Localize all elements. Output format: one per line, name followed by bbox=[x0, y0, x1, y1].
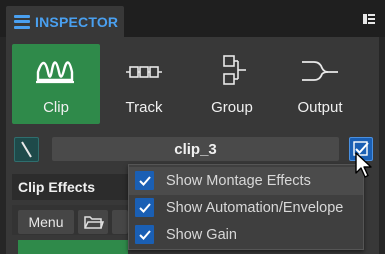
rename-button[interactable] bbox=[14, 137, 39, 162]
pencil-icon bbox=[21, 141, 32, 158]
mode-output-label: Output bbox=[297, 99, 343, 116]
toolbar-button-hidden[interactable] bbox=[112, 210, 128, 234]
effect-slot[interactable] bbox=[18, 240, 128, 254]
menu-item-label: Show Montage Effects bbox=[166, 173, 311, 189]
checkbox-checked-icon bbox=[135, 198, 154, 217]
open-preset-button[interactable] bbox=[78, 210, 108, 234]
mode-output-button[interactable]: Output bbox=[276, 44, 364, 124]
hamburger-menu-icon[interactable] bbox=[14, 14, 30, 29]
inspector-title: INSPECTOR bbox=[35, 13, 119, 30]
header-bar: INSPECTOR bbox=[0, 0, 385, 37]
mouse-cursor-icon bbox=[355, 152, 372, 178]
track-icon bbox=[126, 66, 162, 78]
checkbox-checked-icon bbox=[135, 225, 154, 244]
mode-track-button[interactable]: Track bbox=[100, 44, 188, 124]
group-icon bbox=[223, 55, 246, 85]
checkbox-checked-icon bbox=[135, 171, 154, 190]
mode-group-button[interactable]: Group bbox=[188, 44, 276, 124]
effects-menu-button[interactable]: Menu bbox=[18, 210, 74, 234]
mode-group-label: Group bbox=[211, 99, 253, 116]
mode-clip-label: Clip bbox=[43, 99, 69, 116]
menu-item-show-montage-effects[interactable]: Show Montage Effects bbox=[129, 167, 363, 195]
mode-clip-button[interactable]: Clip bbox=[12, 44, 100, 124]
mode-track-label: Track bbox=[125, 99, 163, 116]
menu-item-show-automation-envelope[interactable]: Show Automation/Envelope bbox=[129, 194, 363, 222]
tab-inspector[interactable]: INSPECTOR bbox=[6, 6, 124, 37]
folder-icon bbox=[84, 216, 105, 229]
mode-selector: Clip Track Group Output bbox=[12, 44, 374, 124]
output-icon bbox=[302, 61, 338, 81]
clip-name-field[interactable]: clip_3 bbox=[52, 137, 339, 161]
waveform-icon bbox=[36, 61, 74, 84]
menu-item-show-gain[interactable]: Show Gain bbox=[129, 221, 363, 249]
menu-item-label: Show Gain bbox=[166, 227, 237, 243]
menu-item-label: Show Automation/Envelope bbox=[166, 200, 344, 216]
view-options-popup: Show Montage Effects Show Automation/Env… bbox=[128, 164, 364, 250]
panel-layout-icon[interactable] bbox=[363, 14, 375, 24]
inspector-window: INSPECTOR Clip Track Group Output clip_3… bbox=[0, 0, 385, 254]
